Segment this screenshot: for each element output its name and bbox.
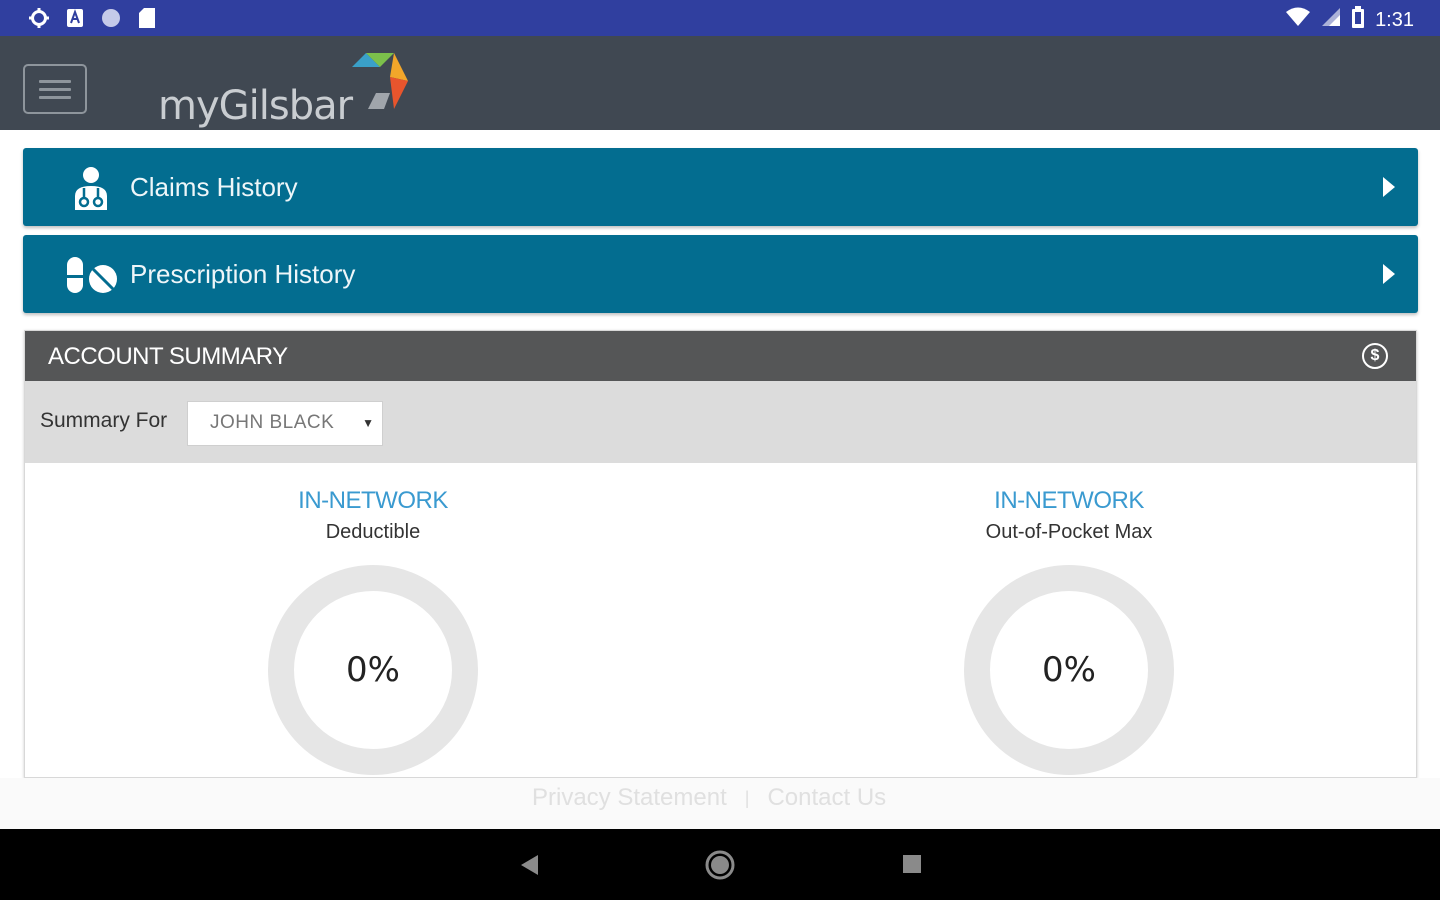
deductible-gauge: 0% [268,565,478,775]
deductible-metric: IN-NETWORK Deductible [213,487,533,544]
footer: Privacy Statement | Contact Us [0,778,1440,829]
footer-separator: | [744,787,750,808]
gauge-percent: 0% [1042,650,1096,690]
contact-us-link[interactable]: Contact Us [767,784,886,812]
out-of-pocket-metric: IN-NETWORK Out-of-Pocket Max [909,487,1229,544]
prescription-history-label: Prescription History [130,259,356,289]
summary-for-label: Summary For [40,409,168,432]
chevron-right-icon [1380,262,1398,286]
home-icon[interactable] [705,850,735,885]
dollar-circle-icon[interactable]: $ [1362,343,1388,369]
logo-text: myGilsbar [158,83,353,129]
recents-icon[interactable] [902,854,922,879]
sd-card-icon [136,7,158,29]
member-select[interactable]: JOHN BLACK ▼ [187,401,383,446]
hamburger-line [39,87,71,91]
network-label: IN-NETWORK [298,487,448,514]
claims-history-button[interactable]: Claims History [23,148,1418,226]
summary-for-bar: Summary For JOHN BLACK ▼ [25,381,1416,463]
claims-history-label: Claims History [130,172,298,202]
account-summary-card: ACCOUNT SUMMARY $ Summary For JOHN BLACK… [24,330,1417,778]
wifi-icon [1285,7,1311,33]
menu-button[interactable] [23,64,87,114]
member-select-value: JOHN BLACK [210,412,335,433]
app-header: myGilsbar [0,36,1440,130]
account-summary-header: ACCOUNT SUMMARY $ [25,331,1416,381]
circle-icon [100,7,122,29]
prescription-history-button[interactable]: Prescription History [23,235,1418,313]
doctor-icon [67,166,115,210]
privacy-statement-link[interactable]: Privacy Statement [532,784,727,812]
logo-mark-icon [346,53,409,120]
back-icon[interactable] [518,853,540,882]
metric-label: Deductible [325,521,421,543]
hamburger-line [39,79,71,83]
pills-icon [67,253,117,297]
chevron-right-icon [1380,175,1398,199]
hamburger-line [39,95,71,99]
notification-icons [28,7,158,29]
gear-icon [28,7,50,29]
network-label: IN-NETWORK [994,487,1144,514]
dropdown-caret-icon: ▼ [362,416,374,430]
out-of-pocket-gauge: 0% [964,565,1174,775]
gauge-percent: 0% [346,650,400,690]
a-icon [64,7,86,29]
clock: 1:31 [1375,8,1414,31]
battery-icon [1351,6,1365,34]
system-navigation-bar [0,829,1440,900]
signal-icon [1321,7,1341,33]
system-icons: 1:31 [1285,6,1414,34]
account-summary-title: ACCOUNT SUMMARY [48,343,288,370]
app-logo: myGilsbar [158,53,409,129]
metric-label: Out-of-Pocket Max [985,521,1153,543]
status-bar: 1:31 [0,0,1440,36]
